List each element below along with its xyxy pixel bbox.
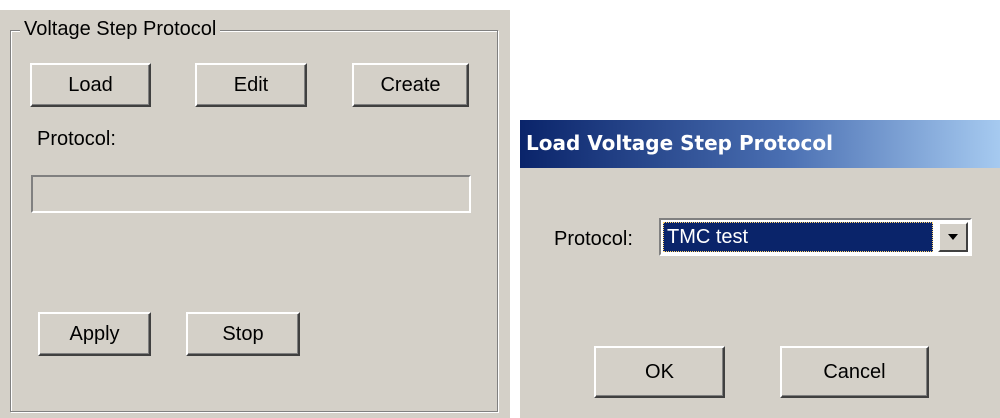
apply-button[interactable]: Apply [38, 312, 151, 356]
edit-button[interactable]: Edit [195, 63, 307, 107]
dialog-titlebar[interactable]: Load Voltage Step Protocol [520, 120, 1000, 168]
load-protocol-dialog: Load Voltage Step Protocol Protocol: TMC… [520, 120, 1000, 418]
protocol-select[interactable]: TMC test [659, 218, 972, 256]
protocol-field[interactable] [31, 175, 471, 213]
ok-button[interactable]: OK [594, 346, 725, 398]
chevron-down-icon[interactable] [938, 222, 968, 252]
cancel-button[interactable]: Cancel [780, 346, 929, 398]
dialog-title: Load Voltage Step Protocol [526, 131, 833, 155]
protocol-label: Protocol: [37, 128, 116, 150]
voltage-step-panel: Voltage Step Protocol Load Edit Create P… [0, 10, 510, 418]
stop-button[interactable]: Stop [186, 312, 300, 356]
dialog-protocol-label: Protocol: [554, 228, 633, 250]
protocol-select-value[interactable]: TMC test [663, 222, 933, 252]
groupbox-title: Voltage Step Protocol [20, 18, 221, 41]
create-button[interactable]: Create [352, 63, 469, 107]
load-button[interactable]: Load [30, 63, 151, 107]
